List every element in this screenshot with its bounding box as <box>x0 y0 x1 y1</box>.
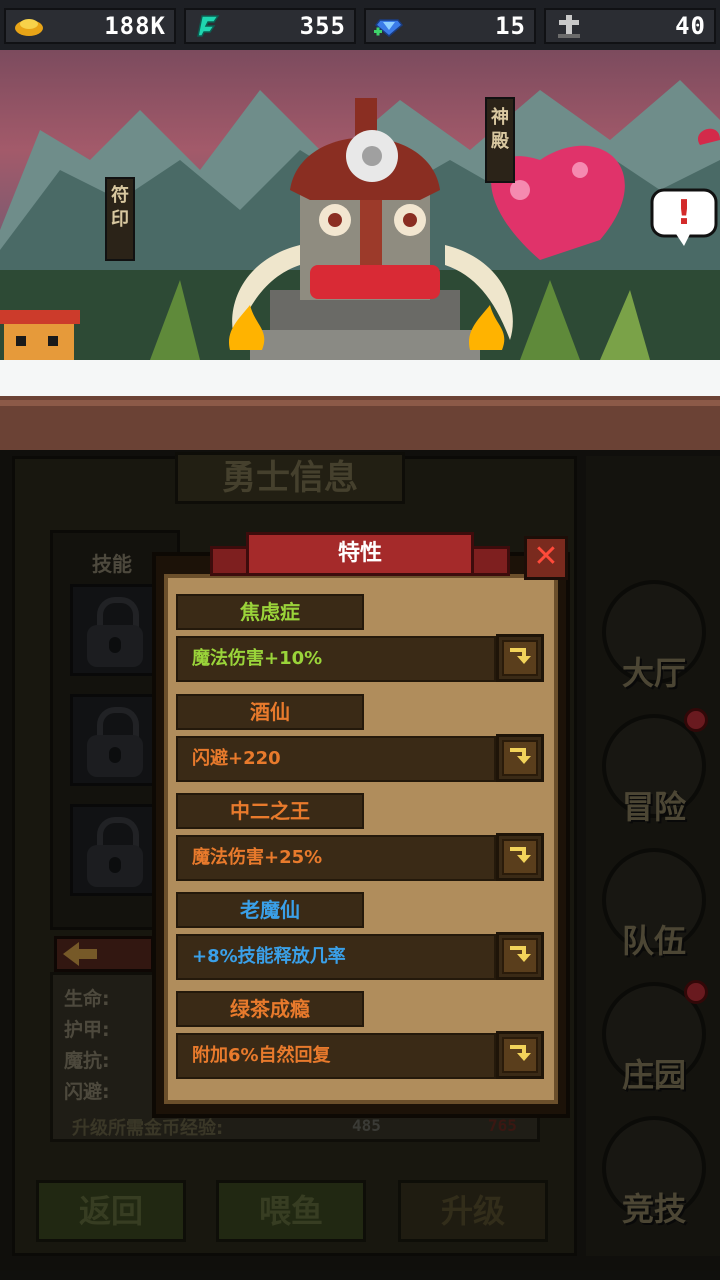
gold-counter: 188K <box>4 8 176 44</box>
grave-counter: 40 <box>544 8 716 44</box>
trait-name: 中二之王 <box>176 793 364 829</box>
trait-name: 老魔仙 <box>176 892 364 928</box>
reroll-icon <box>510 1045 531 1061</box>
trait-description: 魔法伤害+25% <box>176 835 496 881</box>
reroll-icon <box>510 847 531 863</box>
ribbon-tail-right <box>470 546 510 576</box>
trait-name: 酒仙 <box>176 694 364 730</box>
diamond-counter: 15 <box>364 8 536 44</box>
traits-dialog-title: 特性 <box>246 532 474 576</box>
ribbon-tail-left <box>210 546 250 576</box>
trait-name: 绿茶成瘾 <box>176 991 364 1027</box>
trait-name: 焦虑症 <box>176 594 364 630</box>
gold-value: 188K <box>104 12 166 40</box>
grave-value: 40 <box>675 12 706 40</box>
temple-sign-text: 神殿 <box>491 107 509 152</box>
energy-counter: 355 <box>184 8 356 44</box>
trait-reroll-button[interactable] <box>496 833 544 881</box>
trait-reroll-button[interactable] <box>496 1031 544 1079</box>
alert-bubble[interactable]: ! <box>652 190 716 236</box>
diamond-value: 15 <box>495 12 526 40</box>
trait-description: +8%技能释放几率 <box>176 934 496 980</box>
energy-value: 355 <box>299 12 346 40</box>
diamond-icon <box>374 19 404 37</box>
trait-reroll-button[interactable] <box>496 932 544 980</box>
seal-sign-text: 符印 <box>111 185 129 230</box>
trait-reroll-button[interactable] <box>496 734 544 782</box>
grave-cross-icon <box>558 15 580 38</box>
close-button[interactable]: ✕ <box>524 536 568 580</box>
temple-scene-art <box>0 80 720 450</box>
trait-description: 闪避+220 <box>176 736 496 782</box>
reroll-icon <box>510 648 531 664</box>
green-energy-icon <box>197 15 220 37</box>
reroll-icon <box>510 748 531 764</box>
trait-description: 魔法伤害+10% <box>176 636 496 682</box>
trait-reroll-button[interactable] <box>496 634 544 682</box>
reroll-icon <box>510 946 531 962</box>
gold-ingot-icon <box>15 19 43 36</box>
game-scene: 符印 神殿 ! <box>0 50 720 450</box>
trait-description: 附加6%自然回复 <box>176 1033 496 1079</box>
